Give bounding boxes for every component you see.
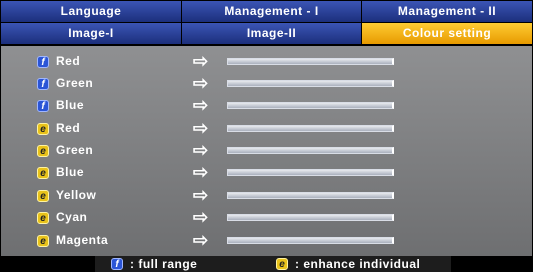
value-slider[interactable] [227,147,394,154]
tab-row-2: Image-I Image-II Colour setting [1,23,532,44]
setting-row-enh-yellow[interactable]: e Yellow ⇨ [1,186,532,208]
enhance-individual-icon: e [276,258,288,270]
right-arrow-icon: ⇨ [193,185,209,205]
full-range-icon: f [37,100,49,112]
setting-label: Cyan [56,210,88,224]
legend-enhance-text: : enhance individual [295,257,421,271]
right-arrow-icon: ⇨ [193,51,209,71]
enhance-individual-icon: e [37,212,49,224]
right-arrow-icon: ⇨ [193,140,209,160]
legend-bar: f : full range e : enhance individual [95,256,451,272]
tab-row-1: Language Management - I Management - II [1,1,532,22]
value-slider[interactable] [227,102,394,109]
tab-management-2[interactable]: Management - II [362,1,532,22]
full-range-icon: f [37,56,49,68]
value-slider[interactable] [227,125,394,132]
setting-label: Red [56,121,81,135]
legend-full-range-text: : full range [130,257,198,271]
full-range-icon: f [37,78,49,90]
colour-settings-panel: f Red ⇨ f Green ⇨ f Blue ⇨ e Red ⇨ e Gre… [1,46,532,256]
setting-label: Green [56,76,94,90]
enhance-individual-icon: e [37,145,49,157]
right-arrow-icon: ⇨ [193,118,209,138]
setting-row-enh-green[interactable]: e Green ⇨ [1,141,532,163]
enhance-individual-icon: e [37,235,49,247]
value-slider[interactable] [227,237,394,244]
right-arrow-icon: ⇨ [193,95,209,115]
tab-colour-setting[interactable]: Colour setting [362,23,532,44]
tab-image-2[interactable]: Image-II [182,23,362,44]
setting-row-enh-magenta[interactable]: e Magenta ⇨ [1,231,532,253]
value-slider[interactable] [227,58,394,65]
setting-label: Red [56,54,81,68]
setting-row-enh-red[interactable]: e Red ⇨ [1,119,532,141]
tab-image-1[interactable]: Image-I [1,23,182,44]
setting-label: Yellow [56,188,97,202]
value-slider[interactable] [227,80,394,87]
setting-row-full-blue[interactable]: f Blue ⇨ [1,96,532,118]
tab-bar: Language Management - I Management - II … [1,1,532,45]
setting-row-enh-blue[interactable]: e Blue ⇨ [1,163,532,185]
value-slider[interactable] [227,192,394,199]
setting-label: Green [56,143,94,157]
enhance-individual-icon: e [37,190,49,202]
value-slider[interactable] [227,169,394,176]
tab-management-1[interactable]: Management - I [182,1,362,22]
full-range-icon: f [111,258,123,270]
setting-label: Magenta [56,233,109,247]
right-arrow-icon: ⇨ [193,230,209,250]
setting-row-full-green[interactable]: f Green ⇨ [1,74,532,96]
enhance-individual-icon: e [37,123,49,135]
right-arrow-icon: ⇨ [193,207,209,227]
setting-label: Blue [56,165,85,179]
setting-row-enh-cyan[interactable]: e Cyan ⇨ [1,208,532,230]
right-arrow-icon: ⇨ [193,162,209,182]
setting-label: Blue [56,98,85,112]
tab-language[interactable]: Language [1,1,182,22]
right-arrow-icon: ⇨ [193,73,209,93]
setting-row-full-red[interactable]: f Red ⇨ [1,52,532,74]
enhance-individual-icon: e [37,167,49,179]
value-slider[interactable] [227,214,394,221]
